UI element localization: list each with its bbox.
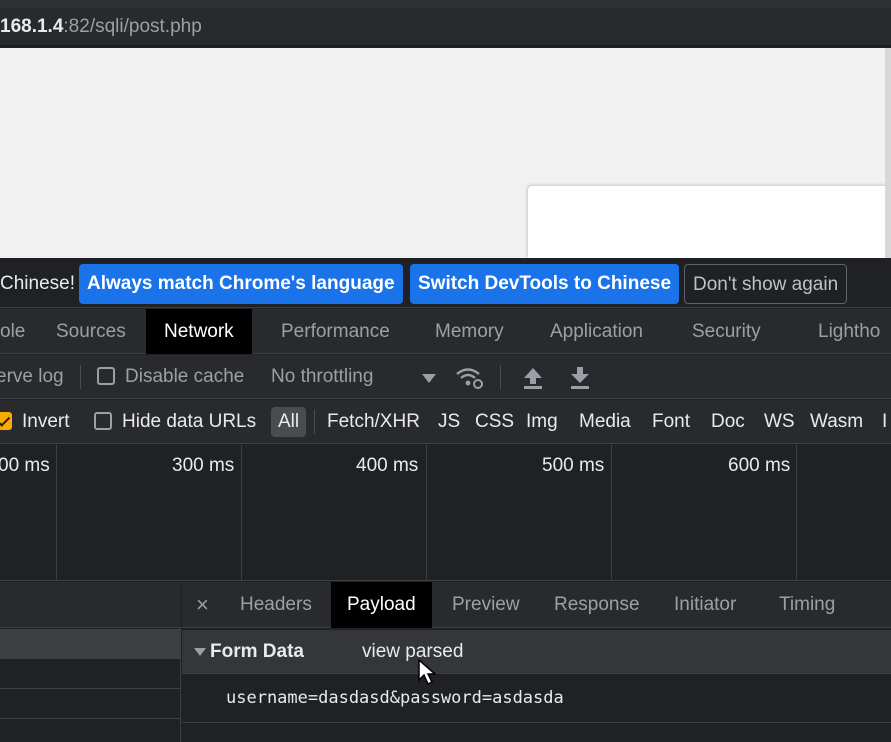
tab-application[interactable]: Application (532, 309, 661, 354)
tab-performance[interactable]: Performance (263, 309, 408, 354)
timeline-tick: 300 ms (172, 455, 235, 476)
preserve-log-label[interactable]: erve log (0, 355, 64, 399)
page-scrollbar[interactable] (885, 48, 891, 258)
disable-cache-checkbox[interactable] (97, 367, 115, 385)
devtools-tabstrip: ole Sources Network Performance Memory A… (0, 309, 891, 354)
view-parsed-link[interactable]: view parsed (362, 630, 463, 674)
filter-wasm[interactable]: Wasm (810, 400, 863, 444)
close-icon[interactable]: × (196, 582, 209, 628)
url-text[interactable]: 168.1.4:82/sqli/post.php (0, 14, 202, 40)
filter-font[interactable]: Font (652, 400, 690, 444)
hide-data-urls-checkbox[interactable] (94, 412, 112, 430)
filter-css[interactable]: CSS (475, 400, 514, 444)
switch-devtools-language-button[interactable]: Switch DevTools to Chinese (410, 264, 680, 304)
devtools-panel: Chinese! Always match Chrome's language … (0, 258, 891, 742)
tab-timing[interactable]: Timing (763, 582, 851, 628)
dont-show-again-button[interactable]: Don't show again (684, 264, 848, 304)
url-host: 168.1.4 (0, 16, 64, 37)
section-title: Form Data (210, 641, 304, 662)
invert-toggle[interactable]: Invert (0, 400, 70, 444)
network-timeline[interactable]: 00 ms 300 ms 400 ms 500 ms 600 ms (0, 445, 891, 581)
toolbar-divider (80, 365, 81, 389)
timeline-tick: 500 ms (542, 455, 605, 476)
tab-payload[interactable]: Payload (331, 582, 432, 628)
hide-data-urls-toggle[interactable]: Hide data URLs (94, 400, 256, 444)
request-list-header (0, 582, 181, 628)
filter-img[interactable]: Img (526, 400, 558, 444)
dropdown-icon[interactable] (416, 365, 442, 391)
filter-doc[interactable]: Doc (711, 400, 745, 444)
wifi-gear-icon[interactable] (455, 365, 483, 391)
timeline-tick: 00 ms (0, 455, 50, 476)
timeline-gridline (611, 445, 612, 581)
mouse-pointer-icon (418, 659, 437, 685)
request-row[interactable] (0, 689, 181, 719)
form-data-section-header[interactable]: Form Data view parsed (182, 630, 891, 674)
invert-label: Invert (22, 411, 70, 432)
tab-preview[interactable]: Preview (436, 582, 536, 628)
timeline-gridline (426, 445, 427, 581)
disable-cache-label: Disable cache (125, 366, 245, 387)
filter-ws[interactable]: WS (764, 400, 795, 444)
tab-headers[interactable]: Headers (224, 582, 328, 628)
tab-lighthouse[interactable]: Lightho (800, 309, 891, 354)
filter-js[interactable]: JS (438, 400, 460, 444)
details-tabstrip: × Headers Payload Preview Response Initi… (182, 582, 891, 628)
tab-sources[interactable]: Sources (38, 309, 144, 354)
request-row[interactable] (0, 659, 181, 689)
address-bar[interactable]: 168.1.4:82/sqli/post.php (0, 8, 891, 46)
filter-bar: Invert Hide data URLs All Fetch/XHR JS C… (0, 400, 891, 444)
toolbar-divider (500, 365, 501, 389)
throttling-select[interactable]: No throttling (271, 355, 373, 399)
network-toolbar: erve log Disable cache No throttling (0, 355, 891, 399)
upload-icon[interactable] (520, 365, 546, 391)
url-path: :82/sqli/post.php (63, 16, 202, 37)
tab-console[interactable]: ole (0, 309, 43, 354)
timeline-tick: 400 ms (356, 455, 419, 476)
tab-security[interactable]: Security (674, 309, 779, 354)
tab-initiator[interactable]: Initiator (658, 582, 752, 628)
filter-divider (314, 410, 315, 434)
download-icon[interactable] (567, 365, 593, 391)
filter-media[interactable]: Media (579, 400, 631, 444)
invert-checkbox[interactable] (0, 412, 12, 430)
timeline-gridline (241, 445, 242, 581)
page-viewport (0, 48, 891, 258)
timeline-gridline (796, 445, 797, 581)
filter-fetch-xhr[interactable]: Fetch/XHR (327, 400, 420, 444)
timeline-tick: 600 ms (728, 455, 791, 476)
filter-all[interactable]: All (271, 407, 307, 437)
expand-triangle-icon[interactable] (194, 648, 206, 656)
request-row-selected[interactable] (0, 629, 181, 659)
infobar-message: Chinese! (0, 273, 75, 294)
hide-data-urls-label: Hide data URLs (122, 411, 257, 432)
language-infobar: Chinese! Always match Chrome's language … (0, 258, 891, 308)
payload-body: username=dasdasd&password=asdasda (226, 688, 564, 708)
tab-memory[interactable]: Memory (417, 309, 522, 354)
tab-network[interactable]: Network (146, 309, 252, 354)
always-match-language-button[interactable]: Always match Chrome's language (79, 264, 403, 304)
browser-top-strip (0, 0, 891, 8)
filter-manifest[interactable]: I (882, 400, 887, 444)
payload-divider (182, 722, 891, 723)
timeline-gridline (56, 445, 57, 581)
disable-cache-toggle[interactable]: Disable cache (97, 355, 244, 399)
request-list[interactable] (0, 582, 181, 742)
tab-response[interactable]: Response (538, 582, 656, 628)
request-details: × Headers Payload Preview Response Initi… (182, 582, 891, 742)
page-card (528, 186, 891, 258)
